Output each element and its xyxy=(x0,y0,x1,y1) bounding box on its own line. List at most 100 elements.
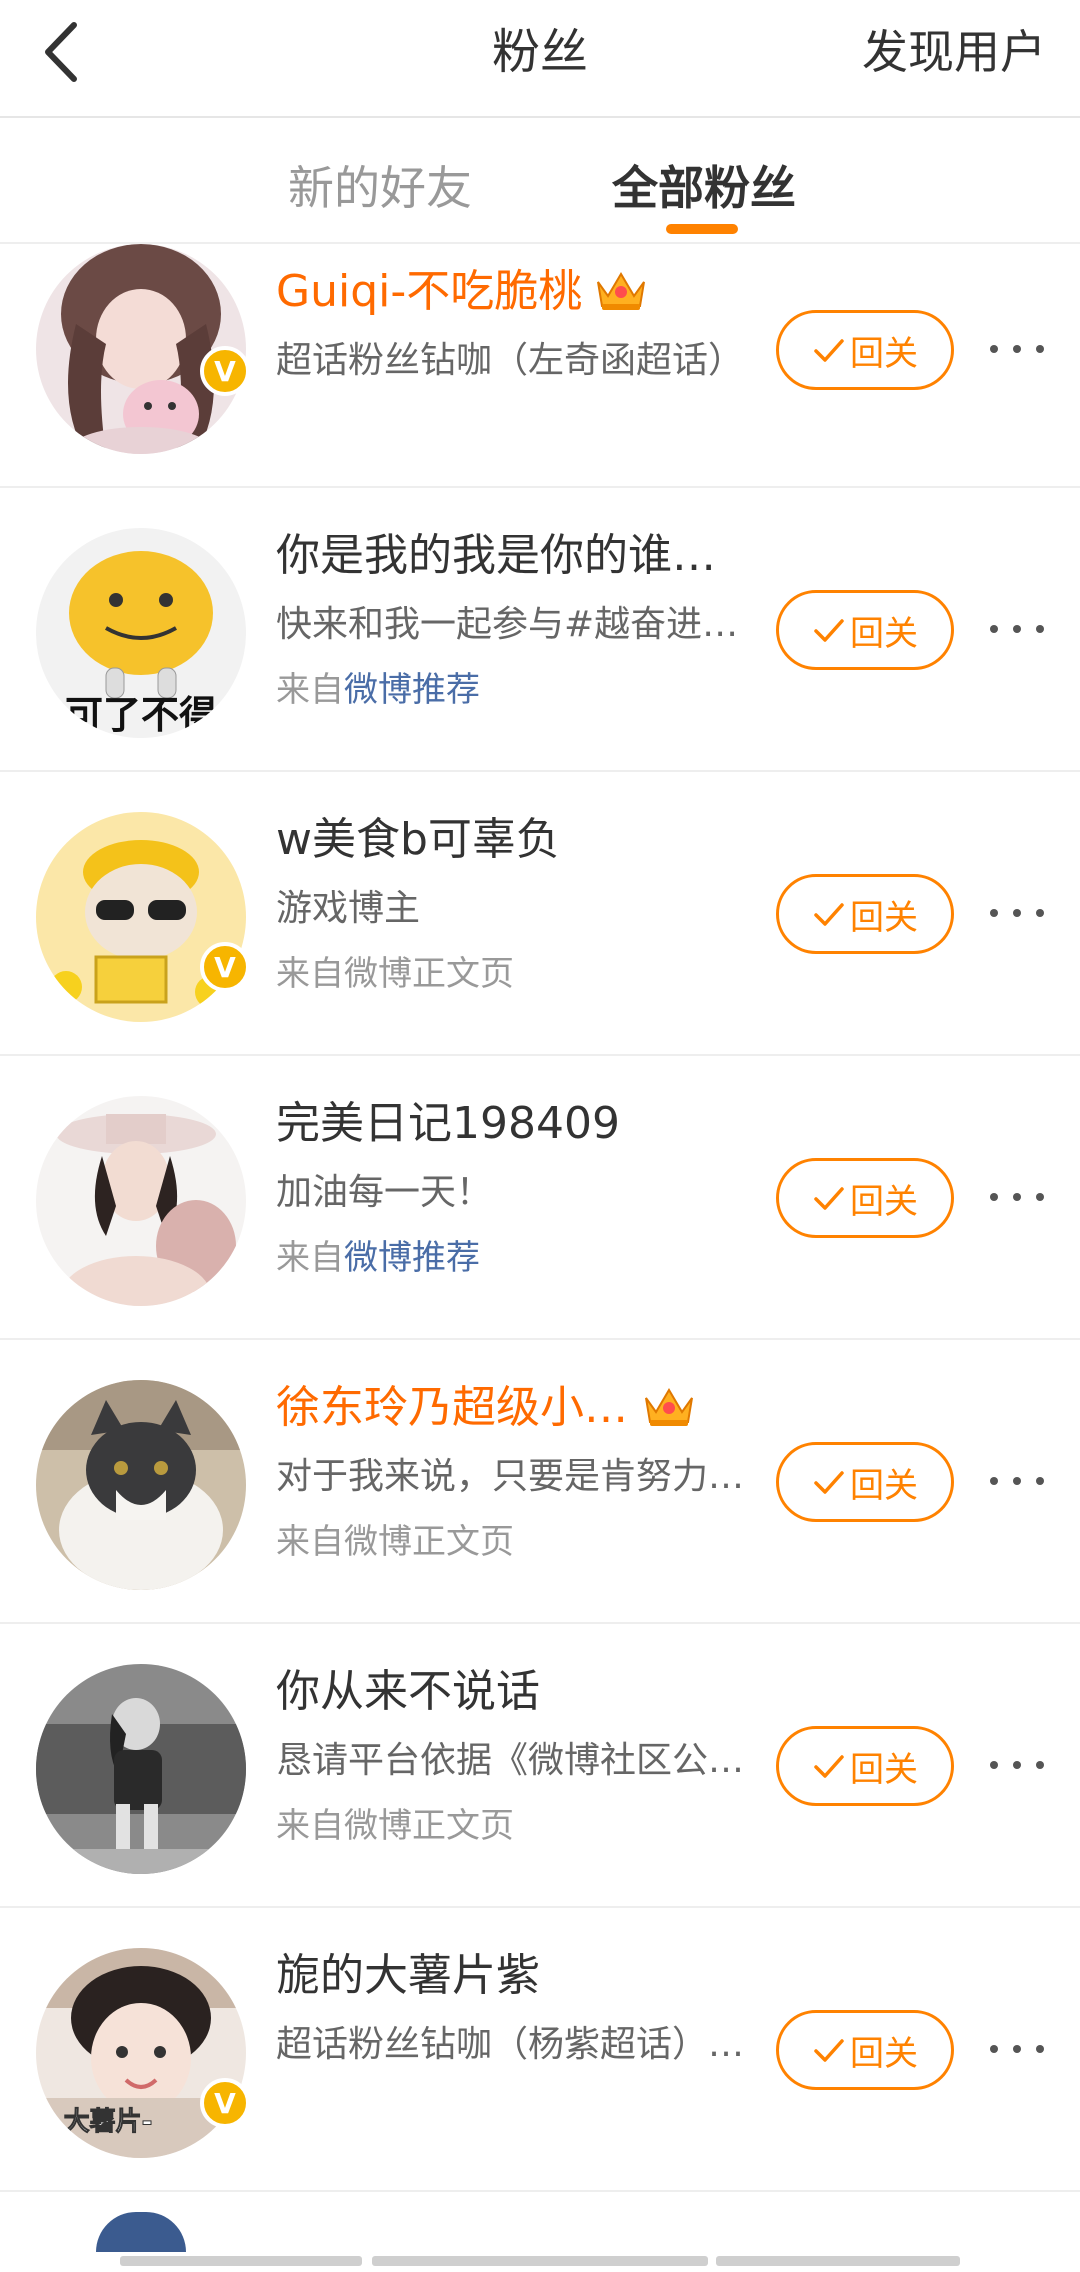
more-options-button[interactable] xyxy=(990,614,1044,644)
avatar[interactable] xyxy=(36,812,246,1022)
follow-back-button[interactable]: 回关 xyxy=(776,1158,954,1238)
fan-source: 来自微博推荐 xyxy=(276,1234,480,1282)
source-link[interactable]: 微博推荐 xyxy=(344,1238,480,1278)
list-item[interactable]: 你从来不说话 恳请平台依据《微博社区公… 来自微博正文页 回关 xyxy=(0,1624,1080,1908)
list-item[interactable]: 徐东玲乃超级小… 对于我来说，只要是肯努力… 来自微博正文页 回关 xyxy=(0,1340,1080,1624)
fan-description: 加油每一天！ xyxy=(276,1172,493,1213)
more-dot-icon xyxy=(1036,909,1044,917)
fan-source: 来自微博正文页 xyxy=(276,954,514,994)
more-dot-icon xyxy=(1013,1477,1021,1485)
verified-badge-icon: V xyxy=(200,2078,250,2128)
check-icon xyxy=(814,1471,844,1494)
source-prefix: 来自 xyxy=(276,1238,344,1278)
fan-description: 超话粉丝钻咖（左奇函超话） xyxy=(276,340,745,381)
avatar-sign: 可了不得 xyxy=(65,693,217,737)
more-dot-icon xyxy=(990,1477,998,1485)
more-dot-icon xyxy=(990,1193,998,1201)
bottom-scroll-hint xyxy=(120,2256,362,2266)
vip-crown-icon xyxy=(597,272,645,310)
more-dot-icon xyxy=(1036,345,1044,353)
more-options-button[interactable] xyxy=(990,2034,1044,2064)
check-icon xyxy=(814,1187,844,1210)
fan-name[interactable]: 你从来不说话 xyxy=(276,1662,540,1722)
follow-back-button[interactable]: 回关 xyxy=(776,590,954,670)
fan-source: 来自微博正文页 xyxy=(276,1806,514,1846)
list-item[interactable]: 可了不得 你是我的我是你的谁… 快来和我一起参与#越奋进… 来自微博推荐 回关 xyxy=(0,488,1080,772)
follow-back-label: 回关 xyxy=(850,897,918,938)
fan-source: 来自微博推荐 xyxy=(276,666,480,714)
fan-source: 来自微博正文页 xyxy=(276,1522,514,1562)
follow-back-label: 回关 xyxy=(850,613,918,654)
list-item[interactable]: V Guiqi-不吃脆桃 超话粉丝钻咖（左奇函超话） 回关 xyxy=(0,244,1080,488)
fan-description: 恳请平台依据《微博社区公… xyxy=(276,1740,745,1781)
follow-back-label: 回关 xyxy=(850,1181,918,1222)
avatar[interactable] xyxy=(36,1380,246,1590)
check-icon xyxy=(814,1755,844,1778)
tab-all-fans[interactable]: 全部粉丝 xyxy=(612,156,796,220)
follow-back-label: 回关 xyxy=(850,1749,918,1790)
fans-page: 粉丝 发现用户 新的好友 全部粉丝 V Guiqi-不吃脆桃 超话粉丝钻咖（左奇… xyxy=(0,0,1080,2272)
fan-name[interactable]: Guiqi-不吃脆桃 xyxy=(276,262,582,322)
vip-crown-icon xyxy=(645,1388,693,1426)
top-bar: 粉丝 发现用户 xyxy=(0,0,1080,118)
more-options-button[interactable] xyxy=(990,1750,1044,1780)
fan-name[interactable]: 旎的大薯片紫 xyxy=(276,1946,540,2006)
more-options-button[interactable] xyxy=(990,898,1044,928)
more-dot-icon xyxy=(1013,1761,1021,1769)
follow-back-label: 回关 xyxy=(850,2033,918,2074)
next-avatar-peek xyxy=(96,2212,186,2252)
more-dot-icon xyxy=(1013,625,1021,633)
follow-back-button[interactable]: 回关 xyxy=(776,310,954,390)
more-dot-icon xyxy=(1036,1761,1044,1769)
more-dot-icon xyxy=(990,625,998,633)
fan-name[interactable]: w美食b可辜负 xyxy=(276,810,560,870)
list-item[interactable]: V w美食b可辜负 游戏博主 来自微博正文页 回关 xyxy=(0,772,1080,1056)
follow-back-button[interactable]: 回关 xyxy=(776,2010,954,2090)
discover-users-link[interactable]: 发现用户 xyxy=(862,20,1046,84)
more-dot-icon xyxy=(1036,1477,1044,1485)
avatar[interactable]: 大薯片- xyxy=(36,1948,246,2158)
tab-new-friends[interactable]: 新的好友 xyxy=(288,156,472,220)
more-dot-icon xyxy=(1013,1193,1021,1201)
avatar[interactable]: 可了不得 xyxy=(36,528,246,738)
fan-name[interactable]: 你是我的我是你的谁… xyxy=(276,526,716,586)
more-dot-icon xyxy=(990,2045,998,2053)
follow-back-label: 回关 xyxy=(850,333,918,374)
fan-description: 游戏博主 xyxy=(276,888,421,929)
source-link[interactable]: 微博推荐 xyxy=(344,670,480,710)
fan-description: 快来和我一起参与#越奋进… xyxy=(276,604,739,645)
more-dot-icon xyxy=(1036,1193,1044,1201)
more-options-button[interactable] xyxy=(990,334,1044,364)
fan-description: 对于我来说，只要是肯努力… xyxy=(276,1456,745,1497)
follow-back-button[interactable]: 回关 xyxy=(776,874,954,954)
fan-description: 超话粉丝钻咖（杨紫超话）… xyxy=(276,2024,745,2065)
check-icon xyxy=(814,339,844,362)
verified-badge-icon: V xyxy=(200,942,250,992)
more-dot-icon xyxy=(1036,2045,1044,2053)
bottom-scroll-hint xyxy=(372,2256,708,2266)
follow-back-label: 回关 xyxy=(850,1465,918,1506)
fans-list[interactable]: V Guiqi-不吃脆桃 超话粉丝钻咖（左奇函超话） 回关 可了不得 你是我的我… xyxy=(0,244,1080,2204)
follow-back-button[interactable]: 回关 xyxy=(776,1726,954,1806)
avatar[interactable] xyxy=(36,1664,246,1874)
list-item[interactable]: 大薯片- V 旎的大薯片紫 超话粉丝钻咖（杨紫超话）… 回关 xyxy=(0,1908,1080,2192)
more-dot-icon xyxy=(1036,625,1044,633)
more-dot-icon xyxy=(1013,2045,1021,2053)
fan-name[interactable]: 完美日记198409 xyxy=(276,1094,620,1154)
active-tab-indicator xyxy=(666,224,738,234)
tab-bar: 新的好友 全部粉丝 xyxy=(0,118,1080,244)
list-item[interactable]: 完美日记198409 加油每一天！ 来自微博推荐 回关 xyxy=(0,1056,1080,1340)
more-dot-icon xyxy=(1013,909,1021,917)
source-prefix: 来自 xyxy=(276,670,344,710)
follow-back-button[interactable]: 回关 xyxy=(776,1442,954,1522)
fan-name[interactable]: 徐东玲乃超级小… xyxy=(276,1378,628,1438)
avatar[interactable] xyxy=(36,1096,246,1306)
more-options-button[interactable] xyxy=(990,1182,1044,1212)
verified-badge-icon: V xyxy=(200,346,250,396)
more-options-button[interactable] xyxy=(990,1466,1044,1496)
more-dot-icon xyxy=(1013,345,1021,353)
more-dot-icon xyxy=(990,1761,998,1769)
check-icon xyxy=(814,903,844,926)
check-icon xyxy=(814,2039,844,2062)
more-dot-icon xyxy=(990,909,998,917)
